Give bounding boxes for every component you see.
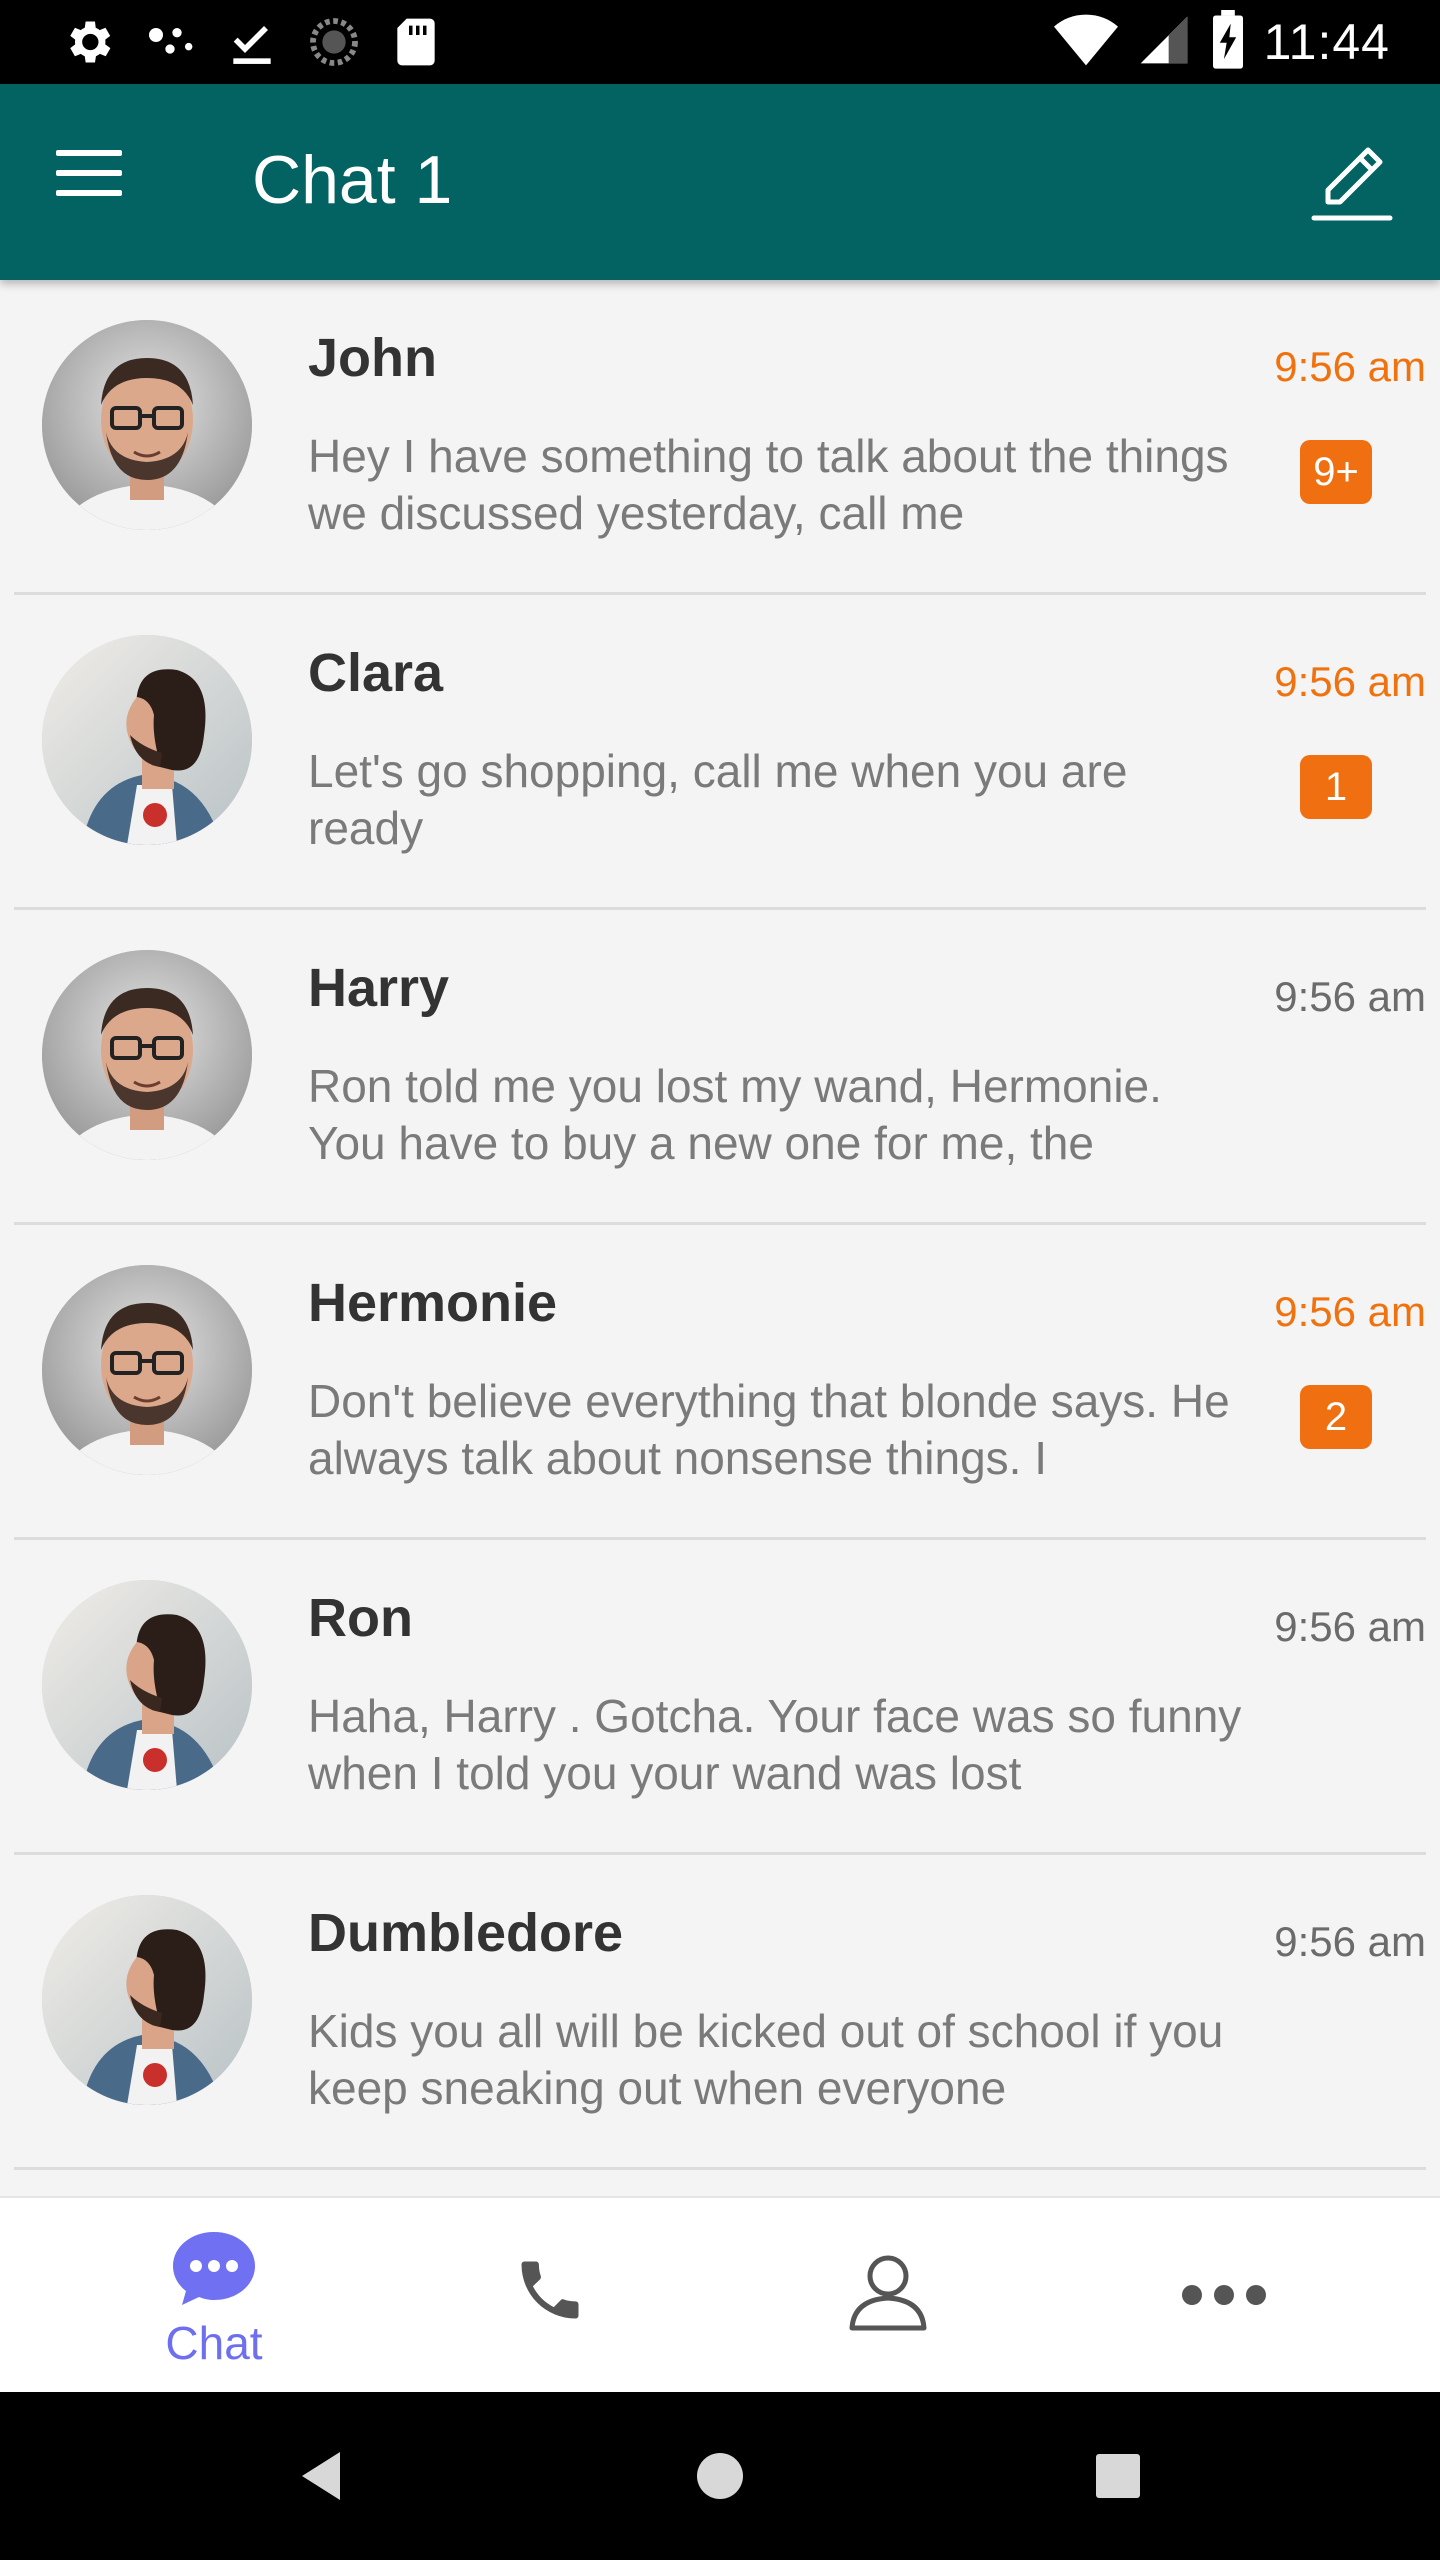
phone-icon <box>512 2252 588 2333</box>
message-preview: Ron told me you lost my wand, Hermonie. … <box>308 1060 1162 1169</box>
recents-icon[interactable] <box>1086 2444 1150 2508</box>
unread-count-badge: 9+ <box>1300 440 1372 504</box>
message-time: 9:56 am <box>1274 1603 1426 1650</box>
avatar <box>42 1895 252 2105</box>
status-time: 11:44 <box>1263 14 1390 70</box>
contact-name: Clara <box>308 643 444 703</box>
unread-count-badge: 2 <box>1300 1385 1372 1449</box>
home-icon[interactable] <box>688 2444 752 2508</box>
nav-label-chat: Chat <box>165 2317 263 2369</box>
download-done-icon <box>224 14 280 70</box>
signal-icon <box>1136 12 1192 73</box>
contact-name: Hermonie <box>308 1273 558 1333</box>
back-icon[interactable] <box>290 2444 354 2508</box>
message-time: 9:56 am <box>1274 1918 1426 1965</box>
message-preview: Haha, Harry . Gotcha. Your face was so f… <box>308 1690 1242 1799</box>
avatar <box>42 635 252 845</box>
avatar <box>42 320 252 530</box>
nav-item-calls[interactable] <box>382 2198 718 2394</box>
app-bar: Chat 1 <box>0 84 1440 280</box>
more-horizontal-icon <box>1179 2280 1269 2315</box>
contact-name: John <box>308 328 437 388</box>
system-nav-bar <box>0 2392 1440 2560</box>
unread-count-badge: 1 <box>1300 755 1372 819</box>
chat-bubble-icon <box>169 2228 259 2313</box>
contact-name: Harry <box>308 958 450 1018</box>
hamburger-menu-icon[interactable] <box>56 148 140 212</box>
avatar <box>42 1580 252 1790</box>
contact-name: Dumbledore <box>308 1903 624 1963</box>
contact-name: Ron <box>308 1588 413 1648</box>
chat-list-item[interactable]: Hermonie Don't believe everything that bl… <box>14 1225 1426 1540</box>
sd-card-icon <box>388 14 444 70</box>
message-time: 9:56 am <box>1274 343 1426 390</box>
page-title: Chat 1 <box>252 142 453 218</box>
avatar <box>42 950 252 1160</box>
status-right-icons: 11:44 <box>1053 9 1390 75</box>
message-preview: Kids you all will be kicked out of schoo… <box>308 2005 1224 2114</box>
battery-charging-icon <box>1210 9 1246 75</box>
edit-pencil-icon[interactable] <box>1306 136 1398 228</box>
status-bar: 11:44 <box>0 0 1440 84</box>
dots-icon <box>142 14 198 70</box>
message-preview: Don't believe everything that blonde say… <box>308 1375 1230 1484</box>
bottom-nav: Chat <box>0 2196 1440 2392</box>
avatar <box>42 1265 252 1475</box>
person-icon <box>846 2248 930 2337</box>
message-time: 9:56 am <box>1274 973 1426 1020</box>
chat-list-item[interactable]: Harry Ron told me you lost my wand, Hermo… <box>14 910 1426 1225</box>
chat-list-item[interactable]: Clara Let's go shopping, call me when you… <box>14 595 1426 910</box>
status-left-icons <box>60 14 444 70</box>
settings-icon <box>60 14 116 70</box>
nav-item-contacts[interactable] <box>720 2198 1056 2394</box>
wifi-icon <box>1053 12 1118 73</box>
chat-list-item[interactable]: Ron Haha, Harry . Gotcha. Your face was s… <box>14 1540 1426 1855</box>
message-preview: Let's go shopping, call me when you are … <box>308 745 1128 854</box>
chat-list: John Hey I have something to talk about t… <box>0 280 1440 2196</box>
message-time: 9:56 am <box>1274 658 1426 705</box>
nav-item-chat[interactable]: Chat <box>46 2198 382 2394</box>
message-time: 9:56 am <box>1274 1288 1426 1335</box>
sync-icon <box>306 14 362 70</box>
chat-list-item[interactable]: John Hey I have something to talk about t… <box>14 280 1426 595</box>
chat-list-item[interactable]: Dumbledore Kids you all will be kicked ou… <box>14 1855 1426 2170</box>
nav-item-more[interactable] <box>1056 2198 1392 2394</box>
message-preview: Hey I have something to talk about the t… <box>308 430 1229 539</box>
